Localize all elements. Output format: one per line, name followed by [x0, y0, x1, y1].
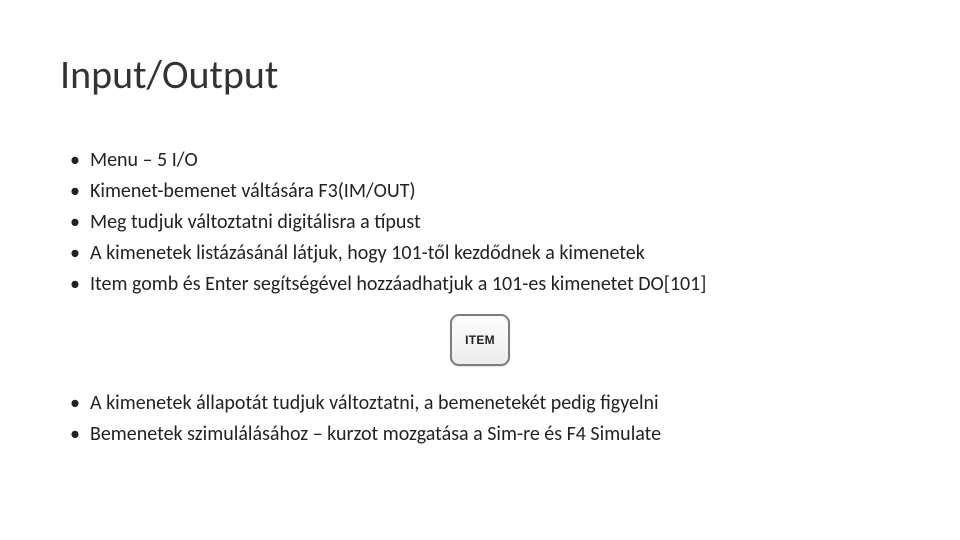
bullet-text: Bemenetek szimulálásához – kurzot mozgat… — [90, 419, 661, 450]
bullet-list-top: • Menu – 5 I/O • Kimenet-bemenet váltásá… — [70, 145, 900, 300]
list-item: • Bemenetek szimulálásához – kurzot mozg… — [70, 419, 900, 450]
bullet-text: Meg tudjuk változtatni digitálisra a típ… — [90, 207, 421, 238]
bullet-icon: • — [70, 269, 80, 300]
list-item: • Kimenet-bemenet váltására F3(IM/OUT) — [70, 176, 900, 207]
item-button[interactable]: ITEM — [450, 314, 510, 366]
list-item: • A kimenetek listázásánál látjuk, hogy … — [70, 238, 900, 269]
list-item: • A kimenetek állapotát tudjuk változtat… — [70, 388, 900, 419]
bullet-icon: • — [70, 388, 80, 419]
bullet-icon: • — [70, 238, 80, 269]
bullet-text: A kimenetek listázásánál látjuk, hogy 10… — [90, 238, 645, 269]
bullet-icon: • — [70, 419, 80, 450]
slide-title: Input/Output — [60, 50, 900, 99]
item-button-container: ITEM — [60, 314, 900, 366]
bullet-text: Item gomb és Enter segítségével hozzáadh… — [90, 269, 706, 300]
list-item: • Item gomb és Enter segítségével hozzáa… — [70, 269, 900, 300]
list-item: • Menu – 5 I/O — [70, 145, 900, 176]
bullet-text: Menu – 5 I/O — [90, 145, 198, 176]
bullet-icon: • — [70, 207, 80, 238]
bullet-text: Kimenet-bemenet váltására F3(IM/OUT) — [90, 176, 416, 207]
bullet-text: A kimenetek állapotát tudjuk változtatni… — [90, 388, 659, 419]
item-button-label: ITEM — [465, 333, 495, 347]
bullet-list-bottom: • A kimenetek állapotát tudjuk változtat… — [70, 388, 900, 450]
bullet-icon: • — [70, 145, 80, 176]
list-item: • Meg tudjuk változtatni digitálisra a t… — [70, 207, 900, 238]
bullet-icon: • — [70, 176, 80, 207]
